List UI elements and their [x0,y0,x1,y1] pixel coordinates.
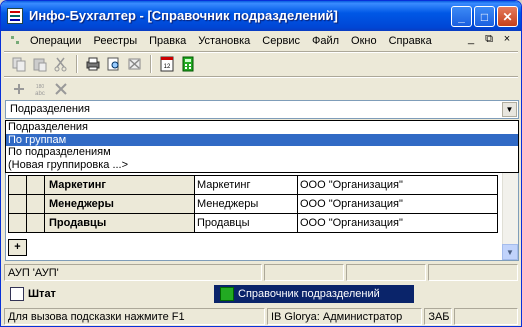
info-panel-2 [264,264,344,281]
table-row[interactable]: Продавцы Продавцы ООО "Организация" [8,213,498,233]
grouping-select-value: Подразделения [10,103,90,115]
records-table: Маркетинг Маркетинг ООО "Организация" Ме… [8,175,498,233]
cell-short-name[interactable]: Продавцы [194,213,298,233]
cell-organization[interactable]: ООО "Организация" [297,175,498,195]
status-database-user: IB Glorya: Администратор [266,308,423,325]
status-keyboard: ЗАБ [424,308,453,325]
delete-icon[interactable] [52,80,70,98]
toolbar-main: 12 [4,52,518,76]
calendar-icon[interactable]: 12 [158,55,176,73]
grouping-dropdown-list: Подразделения По группам По подразделени… [5,120,519,173]
dropdown-option-new-grouping[interactable]: (Новая группировка ...> [6,159,518,172]
svg-text:180: 180 [36,84,45,90]
maximize-button[interactable]: □ [474,6,495,27]
row-indicator[interactable] [8,194,27,214]
svg-text:12: 12 [164,64,171,70]
table-row[interactable]: Менеджеры Менеджеры ООО "Организация" [8,194,498,214]
mdi-minimize-button[interactable]: _ [464,33,478,46]
menu-setup[interactable]: Установка [192,35,256,47]
print-icon[interactable] [84,55,102,73]
mdi-controls: _ ⧉ × [464,33,514,46]
cut-icon[interactable] [52,55,70,73]
info-panels: АУП 'АУП' [4,264,518,282]
menu-registers[interactable]: Реестры [87,35,143,47]
menu-operations[interactable]: Операции [24,35,87,47]
menu-file[interactable]: Файл [306,35,345,47]
row-indicator[interactable] [8,175,27,195]
table-row[interactable]: Маркетинг Маркетинг ООО "Организация" [8,175,498,195]
rotate-icon[interactable]: 180 abc [31,80,49,98]
dropdown-option[interactable]: По подразделениям [6,146,518,159]
status-hint: Для вызова подсказки нажмите F1 [4,308,265,325]
grouping-select[interactable]: Подразделения ▼ [5,100,519,119]
copy-icon[interactable] [10,55,28,73]
cell-name[interactable]: Менеджеры [44,194,195,214]
status-bar: Для вызова подсказки нажмите F1 IB Glory… [4,308,518,326]
menu-bar: Операции Реестры Правка Установка Сервис… [4,31,518,51]
task-label: Справочник подразделений [238,288,380,300]
add-row-button[interactable]: + [8,239,27,256]
menu-window[interactable]: Окно [345,35,383,47]
svg-text:abc: abc [35,91,45,97]
task-departments[interactable]: Справочник подразделений [214,285,414,303]
cell-organization[interactable]: ООО "Организация" [297,213,498,233]
current-record-panel: АУП 'АУП' [4,264,262,281]
child-window-icon[interactable] [8,33,24,49]
row-marker [26,194,45,214]
preview-icon[interactable] [105,55,123,73]
dropdown-option[interactable]: Подразделения [6,121,518,134]
mdi-restore-button[interactable]: ⧉ [482,33,496,46]
row-marker [26,175,45,195]
minimize-button[interactable]: _ [451,6,472,27]
task-label: Штат [28,288,56,300]
calculator-icon[interactable] [179,55,197,73]
delete-doc-icon[interactable] [126,55,144,73]
cell-short-name[interactable]: Маркетинг [194,175,298,195]
menu-service[interactable]: Сервис [256,35,306,47]
paste-icon[interactable] [31,55,49,73]
document-icon [10,287,24,301]
mdi-close-button[interactable]: × [500,33,514,46]
cell-name[interactable]: Продавцы [44,213,195,233]
app-icon [7,8,23,24]
close-button[interactable]: ✕ [497,6,518,27]
row-marker [26,213,45,233]
info-panel-4 [428,264,518,281]
tree-icon [220,287,234,301]
scroll-down-button[interactable]: ▼ [502,244,518,260]
window-title: Инфо-Бухгалтер - [Справочник подразделен… [29,8,338,23]
title-bar[interactable]: Инфо-Бухгалтер - [Справочник подразделен… [1,1,521,31]
toolbar-separator [76,55,78,73]
task-staff[interactable]: Штат [4,285,62,303]
dropdown-option-selected[interactable]: По группам [6,133,518,146]
toolbar-separator [150,55,152,73]
app-window: Инфо-Бухгалтер - [Справочник подразделен… [0,0,522,327]
add-icon[interactable] [10,80,28,98]
cell-short-name[interactable]: Менеджеры [194,194,298,214]
cell-name[interactable]: Маркетинг [44,175,195,195]
row-indicator[interactable] [8,213,27,233]
status-extra [454,308,518,325]
toolbar-records: 180 abc [4,77,518,101]
cell-organization[interactable]: ООО "Организация" [297,194,498,214]
menu-edit[interactable]: Правка [143,35,192,47]
window-taskbar: Штат Справочник подразделений [4,284,518,304]
chevron-down-icon[interactable]: ▼ [502,102,517,117]
info-panel-3 [346,264,426,281]
menu-help[interactable]: Справка [383,35,438,47]
